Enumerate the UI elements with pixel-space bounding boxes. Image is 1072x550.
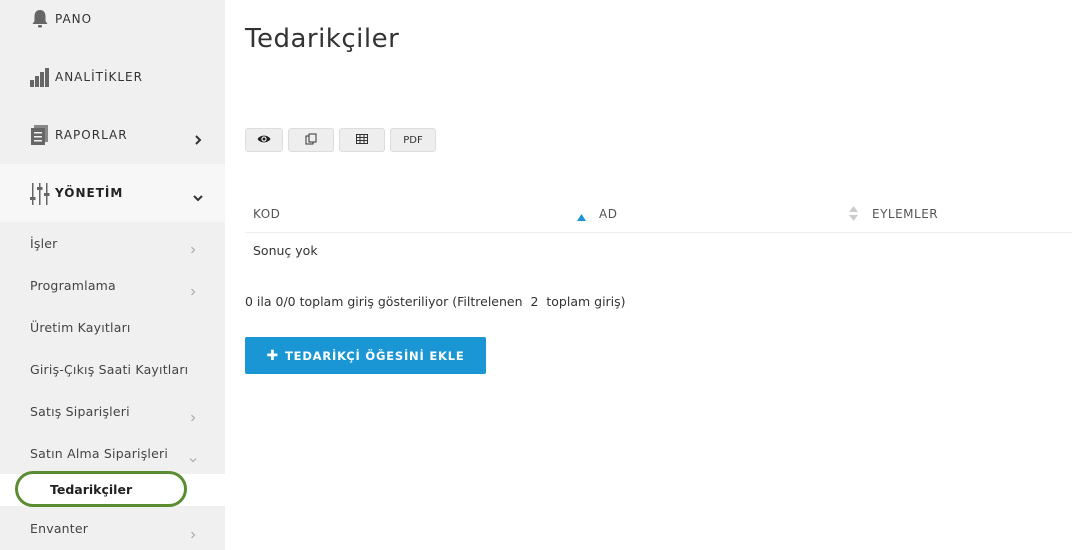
- sidebar-item-production-records[interactable]: Üretim Kayıtları: [0, 306, 225, 348]
- sidebar-item-management[interactable]: YÖNETİM: [0, 164, 225, 222]
- sidebar-item-sales-orders[interactable]: Satış Siparişleri: [0, 390, 225, 432]
- column-visibility-button[interactable]: [245, 128, 283, 152]
- table-info: 0 ila 0/0 toplam giriş gösteriliyor (Fil…: [245, 294, 626, 309]
- sidebar-item-label: İşler: [30, 235, 58, 251]
- chevron-right-icon: [189, 239, 197, 254]
- add-supplier-button-label: TEDARİKÇİ ÖĞESİNİ EKLE: [285, 348, 465, 363]
- sidebar-item-label: Giriş-Çıkış Saati Kayıtları: [30, 361, 189, 377]
- sort-both-icon[interactable]: [849, 206, 858, 225]
- sidebar-item-jobs[interactable]: İşler: [0, 222, 225, 264]
- bar-chart-icon: [30, 67, 50, 87]
- sidebar-item-scheduling[interactable]: Programlama: [0, 264, 225, 306]
- page-title: Tedarikçiler: [245, 24, 400, 54]
- column-header-actions: EYLEMLER: [872, 207, 939, 221]
- sliders-icon: [30, 183, 50, 205]
- column-header-name[interactable]: AD: [599, 207, 617, 221]
- plus-icon: ✚: [266, 347, 280, 364]
- pdf-button[interactable]: PDF: [390, 128, 436, 152]
- sidebar-item-purchase-orders[interactable]: Satın Alma Siparişleri: [0, 432, 225, 474]
- copy-button[interactable]: [288, 128, 334, 152]
- reports-icon: [30, 125, 50, 145]
- sidebar-item-label: ANALİTİKLER: [55, 70, 143, 84]
- chevron-down-icon: [193, 188, 203, 202]
- eye-icon: [257, 134, 271, 147]
- chevron-right-icon: [189, 524, 197, 539]
- copy-icon: [305, 133, 317, 148]
- sidebar-item-analytics[interactable]: ANALİTİKLER: [0, 48, 225, 106]
- pdf-button-label: PDF: [403, 134, 423, 146]
- excel-button[interactable]: [339, 128, 385, 152]
- chevron-right-icon: [189, 407, 197, 422]
- sidebar-item-label: PANO: [55, 12, 93, 26]
- add-supplier-button[interactable]: ✚ TEDARİKÇİ ÖĞESİNİ EKLE: [245, 337, 486, 374]
- highlight-ring: [15, 471, 187, 507]
- sort-asc-icon[interactable]: [577, 206, 586, 225]
- bell-icon: [30, 9, 50, 29]
- column-header-code[interactable]: KOD: [253, 207, 280, 221]
- sidebar-item-clock-records[interactable]: Giriş-Çıkış Saati Kayıtları: [0, 348, 225, 390]
- sidebar: PANO ANALİTİKLER RAPORLAR YÖNETİM İşler …: [0, 0, 225, 550]
- table-divider: [245, 232, 1072, 233]
- sidebar-item-label: Üretim Kayıtları: [30, 319, 131, 335]
- chevron-down-icon: [189, 449, 197, 463]
- table-icon: [356, 133, 368, 147]
- sidebar-item-label: Satın Alma Siparişleri: [30, 445, 168, 461]
- sidebar-item-pano[interactable]: PANO: [0, 0, 225, 48]
- sidebar-item-label: Satış Siparişleri: [30, 403, 130, 419]
- sidebar-item-label: Programlama: [30, 277, 116, 293]
- empty-table-message: Sonuç yok: [253, 243, 318, 258]
- sidebar-item-label: Envanter: [30, 520, 89, 536]
- chevron-right-icon: [189, 281, 197, 296]
- sidebar-item-label: YÖNETİM: [55, 186, 124, 200]
- sidebar-item-inventory[interactable]: Envanter: [0, 507, 225, 549]
- chevron-right-icon: [193, 130, 203, 145]
- sidebar-item-label: RAPORLAR: [55, 128, 128, 142]
- sidebar-item-reports[interactable]: RAPORLAR: [0, 106, 225, 164]
